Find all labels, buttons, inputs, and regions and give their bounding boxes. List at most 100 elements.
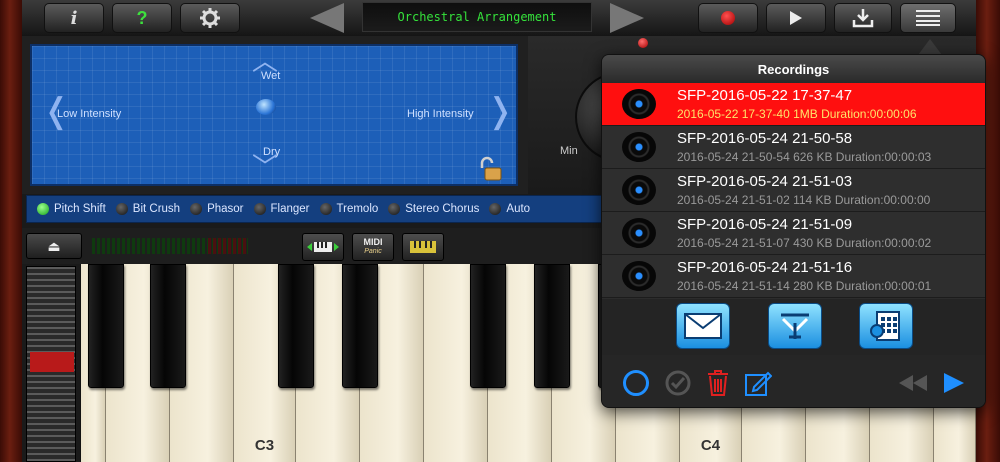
settings-button[interactable]	[180, 3, 240, 33]
trash-icon	[708, 370, 728, 396]
recording-row[interactable]: SFP-2016-05-24 21-51-16 2016-05-24 21-51…	[602, 255, 985, 298]
list-icon	[916, 10, 940, 26]
share-bar	[602, 299, 985, 355]
effect-auto[interactable]: Auto	[489, 203, 530, 215]
recordings-popover: Recordings SFP-2016-05-22 17-37-47 2016-…	[601, 54, 986, 408]
chevron-right-icon: ❭	[486, 92, 515, 130]
effect-tremolo[interactable]: Tremolo	[319, 203, 378, 215]
led-off-icon	[489, 203, 502, 215]
email-share-button[interactable]	[676, 303, 730, 349]
recordings-list-button[interactable]	[900, 3, 956, 33]
recording-name: SFP-2016-05-24 21-51-16	[677, 259, 853, 276]
recording-name: SFP-2016-05-24 21-51-03	[677, 173, 853, 190]
itunes-share-button[interactable]	[768, 303, 822, 349]
check-button[interactable]	[664, 369, 692, 397]
recording-row[interactable]: SFP-2016-05-24 21-50-58 2016-05-24 21-50…	[602, 126, 985, 169]
effect-stereo-chorus[interactable]: Stereo Chorus	[388, 203, 479, 215]
black-key[interactable]	[470, 264, 506, 388]
pad-high-intensity-label: High Intensity	[407, 108, 474, 120]
recordings-footer	[602, 355, 985, 407]
file-share-button[interactable]	[859, 303, 913, 349]
unlocked-padlock-icon[interactable]	[477, 156, 503, 182]
effects-selector: Pitch Shift Bit Crush Phasor Flanger Tre…	[26, 195, 606, 223]
effect-flanger[interactable]: Flanger	[253, 203, 310, 215]
led-off-icon	[190, 203, 203, 215]
preset-display[interactable]: Orchestral Arrangement	[362, 2, 592, 32]
pitch-wheel-marker[interactable]	[30, 352, 74, 372]
import-button[interactable]	[834, 3, 892, 33]
recording-meta: 2016-05-24 21-51-07 430 KB Duration:00:0…	[677, 236, 932, 250]
rewind-icon	[899, 375, 927, 391]
knob-min-label: Min	[560, 145, 578, 157]
key-label-c3: C3	[254, 437, 275, 454]
recording-meta: 2016-05-22 17-37-40 1MB Duration:00:00:0…	[677, 107, 917, 121]
previous-preset-arrow-icon[interactable]	[310, 3, 344, 33]
black-key[interactable]	[150, 264, 186, 388]
black-key[interactable]	[88, 264, 124, 388]
led-off-icon	[319, 203, 332, 215]
download-tray-icon	[852, 9, 874, 28]
chevron-down-icon: ﹀	[252, 152, 279, 182]
key-label-c4: C4	[700, 437, 721, 454]
recording-name: SFP-2016-05-24 21-50-58	[677, 130, 853, 147]
pad-wet-label: Wet	[261, 70, 281, 82]
eject-button[interactable]: ⏏	[26, 233, 82, 259]
recording-row[interactable]: SFP-2016-05-24 21-51-09 2016-05-24 21-51…	[602, 212, 985, 255]
recording-row[interactable]: SFP-2016-05-24 21-51-03 2016-05-24 21-51…	[602, 169, 985, 212]
recording-row[interactable]: SFP-2016-05-22 17-37-47 2016-05-22 17-37…	[602, 83, 985, 126]
keyboard-layout-button[interactable]	[402, 233, 444, 261]
led-off-icon	[388, 203, 401, 215]
midi-panic-button[interactable]: MIDI Panic	[352, 233, 394, 261]
play-icon	[944, 373, 964, 393]
audio-file-icon	[870, 311, 900, 341]
rename-button[interactable]	[744, 369, 772, 397]
info-button[interactable]: i	[44, 3, 104, 33]
recording-meta: 2016-05-24 21-50-54 626 KB Duration:00:0…	[677, 150, 932, 164]
led-on-icon	[37, 203, 49, 215]
level-meter	[92, 238, 248, 254]
play-button[interactable]	[766, 3, 826, 33]
info-icon: i	[70, 7, 78, 29]
itunes-share-icon	[781, 313, 809, 339]
vinyl-record-icon	[622, 261, 656, 291]
effect-bit-crush[interactable]: Bit Crush	[115, 203, 180, 215]
recordings-title: Recordings	[602, 55, 985, 83]
recording-meta: 2016-05-24 21-51-02 114 KB Duration:00:0…	[677, 193, 931, 207]
help-button[interactable]: ?	[112, 3, 172, 33]
effect-phasor[interactable]: Phasor	[190, 203, 244, 215]
gear-icon	[200, 8, 220, 28]
black-key[interactable]	[278, 264, 314, 388]
recording-meta: 2016-05-24 21-51-14 280 KB Duration:00:0…	[677, 279, 932, 293]
black-key[interactable]	[534, 264, 570, 388]
vinyl-record-icon	[622, 89, 656, 119]
select-button[interactable]	[622, 369, 650, 397]
vinyl-record-icon	[622, 175, 656, 205]
keyboard-shift-icon	[307, 242, 339, 252]
effect-pitch-shift[interactable]: Pitch Shift	[37, 203, 106, 215]
led-off-icon	[253, 203, 266, 215]
black-key[interactable]	[342, 264, 378, 388]
pad-low-intensity-label: Low Intensity	[57, 108, 122, 120]
record-button[interactable]	[698, 3, 758, 33]
recording-name: SFP-2016-05-22 17-37-47	[677, 87, 853, 104]
popover-pointer	[918, 39, 942, 55]
delete-button[interactable]	[704, 369, 732, 397]
vinyl-record-icon	[622, 132, 656, 162]
play-icon	[790, 11, 802, 25]
status-led	[638, 38, 648, 48]
level-meter-peak	[208, 238, 248, 254]
envelope-icon	[684, 313, 722, 339]
pad-position-handle[interactable]	[256, 99, 276, 115]
rewind-button[interactable]	[896, 369, 930, 397]
select-circle-icon	[623, 370, 649, 396]
playback-button[interactable]	[940, 369, 968, 397]
help-icon: ?	[136, 7, 148, 28]
vinyl-record-icon	[622, 218, 656, 248]
left-wood-rail	[0, 0, 22, 462]
edit-icon	[745, 371, 772, 396]
checkmark-icon	[665, 370, 691, 396]
led-off-icon	[115, 203, 128, 215]
recording-name: SFP-2016-05-24 21-51-09	[677, 216, 853, 233]
keyboard-shift-button[interactable]	[302, 233, 344, 261]
next-preset-arrow-icon[interactable]	[610, 3, 644, 33]
